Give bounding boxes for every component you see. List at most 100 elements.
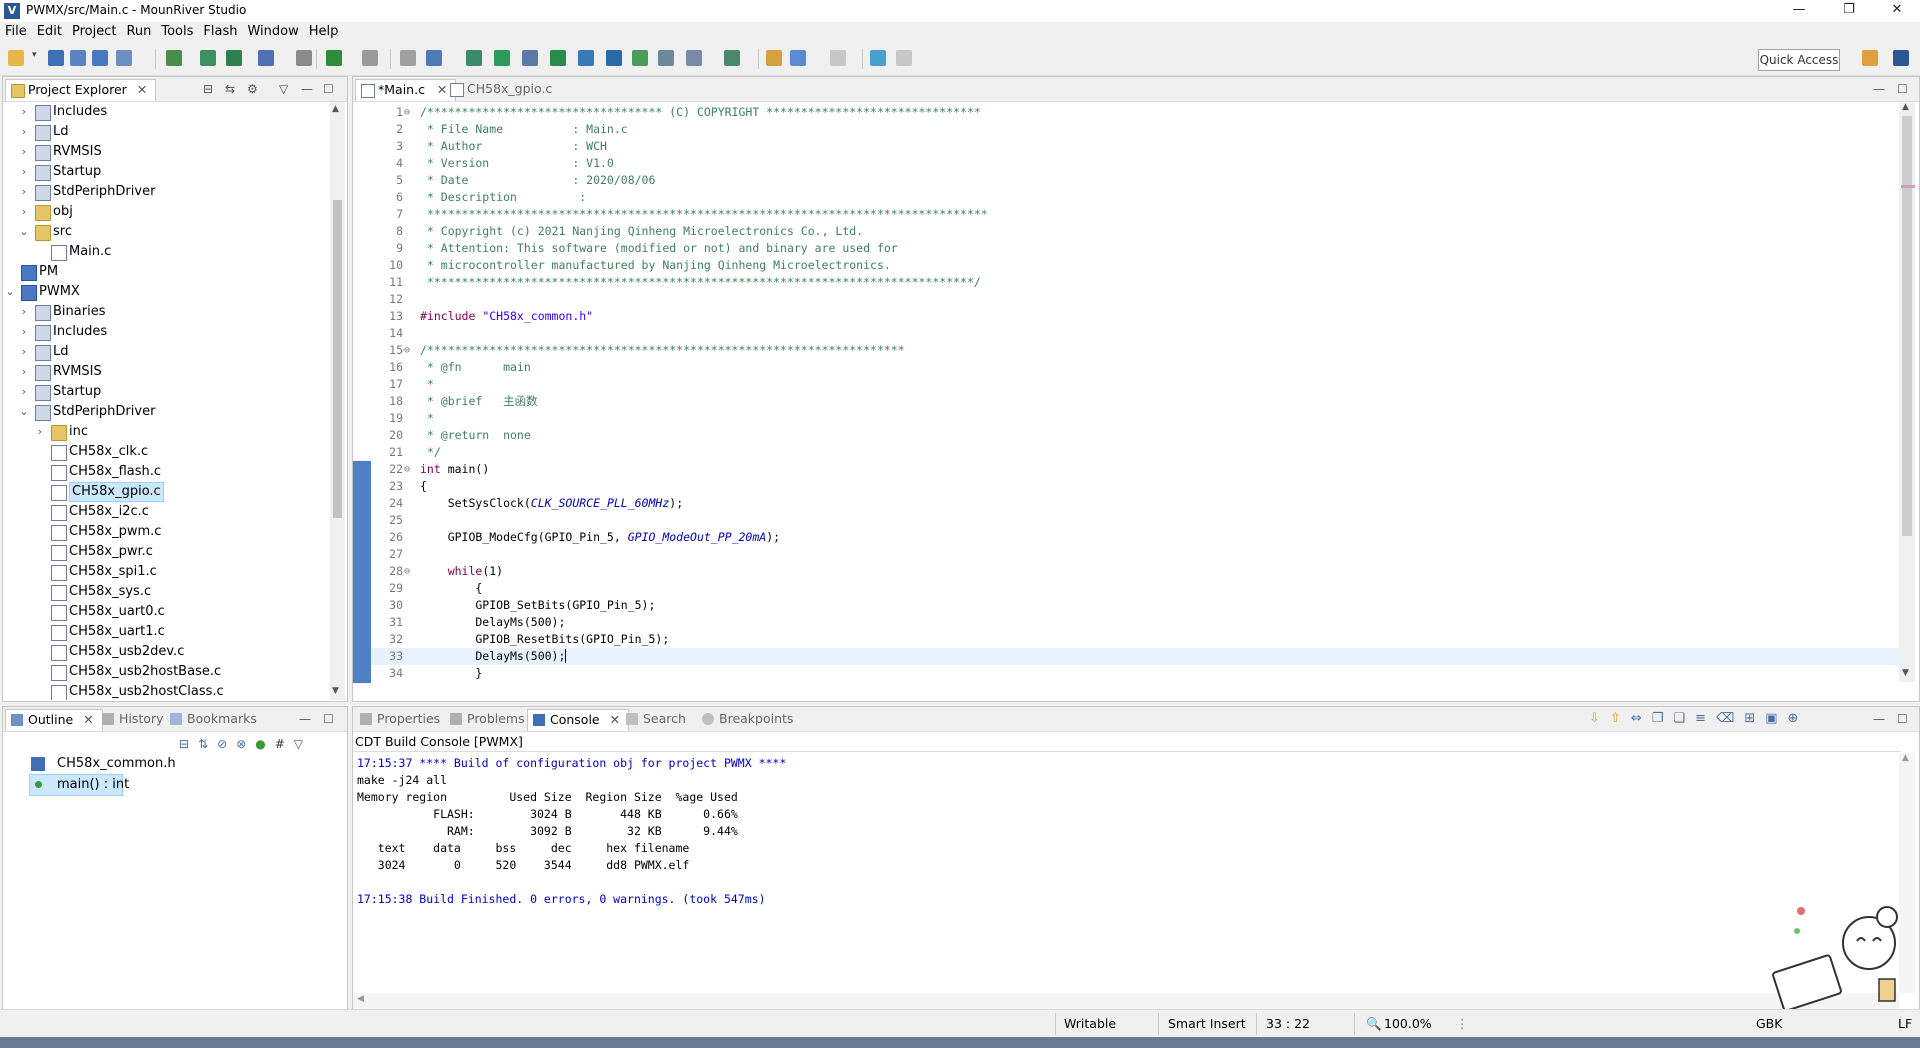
next-icon[interactable]: ⇩ xyxy=(1589,711,1610,726)
maximize-view-icon[interactable]: ☐ xyxy=(323,712,334,726)
code-line[interactable]: 8 * Copyright (c) 2021 Nanjing Qinheng M… xyxy=(371,223,1899,240)
outline-item-main[interactable]: main() : int xyxy=(29,774,129,796)
tab-main-c[interactable]: *Main.c ✕ xyxy=(355,79,457,101)
close-icon[interactable]: ✕ xyxy=(83,712,93,727)
console-h-scrollbar[interactable]: ◀ xyxy=(353,993,1899,1009)
code-line[interactable]: 30 GPIOB_SetBits(GPIO_Pin_5); xyxy=(371,597,1899,614)
code-line[interactable]: 21 */ xyxy=(371,444,1899,461)
tree-item[interactable]: ⌄ StdPeriphDriver xyxy=(3,402,329,422)
editor-scroll-thumb[interactable] xyxy=(1902,116,1912,536)
scroll-down-icon[interactable]: ▼ xyxy=(332,686,339,696)
search-icon[interactable] xyxy=(426,50,442,66)
fold-toggle-icon[interactable]: ⊖ xyxy=(404,461,410,478)
menu-edit[interactable]: Edit xyxy=(32,22,67,41)
hide-static-icon[interactable]: ⊗ xyxy=(236,737,255,751)
tree-item[interactable]: CH58x_pwr.c xyxy=(3,542,329,562)
quick-access-input[interactable]: Quick Access xyxy=(1758,49,1840,71)
scroll-up-icon[interactable]: ▲ xyxy=(1902,753,1909,763)
menu-flash[interactable]: Flash xyxy=(198,22,242,41)
filter-icon[interactable]: ⚙ xyxy=(247,82,258,96)
chevron-right-icon[interactable]: › xyxy=(19,202,29,222)
code-line[interactable]: 11 *************************************… xyxy=(371,274,1899,291)
tree-item[interactable]: CH58x_sys.c xyxy=(3,582,329,602)
mounriver-perspective-icon[interactable] xyxy=(1893,50,1909,66)
fold-toggle-icon[interactable]: ⊖ xyxy=(404,563,410,580)
debug-icon[interactable] xyxy=(326,50,342,66)
code-line[interactable]: 7 **************************************… xyxy=(371,206,1899,223)
target-icon[interactable] xyxy=(400,50,416,66)
code-line[interactable]: 14 xyxy=(371,325,1899,342)
chevron-down-icon[interactable]: ⌄ xyxy=(5,282,15,302)
scroll-up-icon[interactable]: ▲ xyxy=(332,104,339,114)
tree-item[interactable]: › RVMSIS xyxy=(3,362,329,382)
chevron-right-icon[interactable]: › xyxy=(19,382,29,402)
tree-item[interactable]: › obj xyxy=(3,202,329,222)
chevron-right-icon[interactable]: › xyxy=(19,122,29,142)
tree-item[interactable]: ⌄ PWMX xyxy=(3,282,329,302)
back-icon[interactable] xyxy=(790,50,806,66)
scroll-lock-icon[interactable]: ⇔ xyxy=(1631,711,1652,726)
code-line[interactable]: 2 * File Name : Main.c xyxy=(371,121,1899,138)
tree-scroll-thumb[interactable] xyxy=(333,200,342,518)
step-over-icon[interactable] xyxy=(606,50,622,66)
pin-console-icon[interactable]: ⊞ xyxy=(1744,711,1765,726)
code-line[interactable]: 19 * xyxy=(371,410,1899,427)
clean-icon[interactable] xyxy=(296,50,312,66)
menu-project[interactable]: Project xyxy=(67,22,121,41)
tree-item[interactable]: Main.c xyxy=(3,242,329,262)
clear-console-icon[interactable]: ⌫ xyxy=(1716,711,1744,726)
external-tools-icon[interactable] xyxy=(362,50,378,66)
tree-item[interactable]: › Startup xyxy=(3,162,329,182)
code-line[interactable]: 16 * @fn main xyxy=(371,359,1899,376)
view-menu-icon[interactable]: ▽ xyxy=(279,82,288,96)
chevron-right-icon[interactable]: › xyxy=(19,302,29,322)
minimize-view-icon[interactable]: — xyxy=(1873,82,1885,96)
check-icon[interactable] xyxy=(870,50,886,66)
tree-item[interactable]: › Ld xyxy=(3,122,329,142)
tab-history[interactable]: History xyxy=(97,709,171,730)
code-line[interactable]: 29 { xyxy=(371,580,1899,597)
flash-icon[interactable] xyxy=(466,50,482,66)
tree-item[interactable]: › Startup xyxy=(3,382,329,402)
hide-macros-icon[interactable]: # xyxy=(275,737,294,751)
chevron-down-icon[interactable]: ⌄ xyxy=(19,402,29,422)
tree-item[interactable]: › inc xyxy=(3,422,329,442)
prev-icon[interactable]: ⇧ xyxy=(1610,711,1631,726)
tab-ch58x-gpio-c[interactable]: CH58x_gpio.c xyxy=(445,79,560,100)
chevron-right-icon[interactable]: › xyxy=(19,342,29,362)
status-insert-mode[interactable]: Smart Insert xyxy=(1168,1016,1246,1031)
chevron-right-icon[interactable]: › xyxy=(19,362,29,382)
open-perspective-icon[interactable] xyxy=(1862,50,1878,66)
chevron-right-icon[interactable]: › xyxy=(35,422,45,442)
console-output[interactable]: 17:15:37 **** Build of configuration obj… xyxy=(353,754,1899,994)
word-wrap-icon[interactable]: ≡ xyxy=(1695,711,1716,726)
menu-run[interactable]: Run xyxy=(121,22,156,41)
minimize-view-icon[interactable]: — xyxy=(299,712,311,726)
code-line[interactable]: 25 xyxy=(371,512,1899,529)
chevron-right-icon[interactable]: › xyxy=(19,182,29,202)
code-line[interactable]: 26 GPIOB_ModeCfg(GPIO_Pin_5, GPIO_ModeOu… xyxy=(371,529,1899,546)
fold-toggle-icon[interactable]: ⊖ xyxy=(404,104,410,121)
run-icon[interactable] xyxy=(550,50,566,66)
tree-item[interactable]: CH58x_usb2hostClass.c xyxy=(3,682,329,700)
menu-file[interactable]: File xyxy=(0,22,32,41)
tree-item[interactable]: › Ld xyxy=(3,342,329,362)
tree-item[interactable]: CH58x_uart0.c xyxy=(3,602,329,622)
tab-breakpoints[interactable]: Breakpoints xyxy=(697,709,801,730)
build-config-icon[interactable] xyxy=(116,50,132,66)
tree-item[interactable]: CH58x_pwm.c xyxy=(3,522,329,542)
tree-item[interactable]: CH58x_spi1.c xyxy=(3,562,329,582)
tree-item[interactable]: CH58x_i2c.c xyxy=(3,502,329,522)
open-type-icon[interactable] xyxy=(724,50,740,66)
tree-item[interactable]: CH58x_clk.c xyxy=(3,442,329,462)
code-line[interactable]: 17 * xyxy=(371,376,1899,393)
hide-nonpublic-icon[interactable]: ● xyxy=(255,737,274,751)
sort-icon[interactable]: ⇅ xyxy=(198,737,217,751)
download-icon[interactable] xyxy=(258,50,274,66)
tree-item[interactable]: ⌄ src xyxy=(3,222,329,242)
code-line[interactable]: 3 * Author : WCH xyxy=(371,138,1899,155)
maximize-view-icon[interactable]: ☐ xyxy=(323,82,334,96)
maximize-view-icon[interactable]: ☐ xyxy=(1897,712,1908,726)
code-line[interactable]: 34 } xyxy=(371,665,1899,682)
code-line[interactable]: 1 ⊖ /********************************** (C… xyxy=(371,104,1899,121)
